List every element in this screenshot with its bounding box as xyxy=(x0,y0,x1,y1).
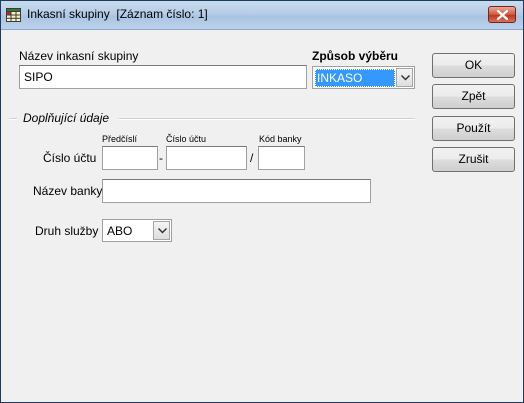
dropdown-arrow-button[interactable] xyxy=(396,68,413,87)
table-grid-icon xyxy=(6,8,21,22)
service-type-select[interactable]: ABO xyxy=(102,219,172,242)
section-divider-right xyxy=(119,118,415,120)
apply-button[interactable]: Použít xyxy=(432,116,515,141)
cancel-button[interactable]: Zrušit xyxy=(432,147,515,172)
close-icon xyxy=(497,10,508,20)
chevron-down-icon xyxy=(401,75,410,81)
section-divider-left xyxy=(9,118,17,120)
ok-button[interactable]: OK xyxy=(432,53,515,78)
selection-method-value: INKASO xyxy=(315,69,395,87)
service-type-label: Druh služby xyxy=(35,224,99,238)
title-bar[interactable]: Inkasní skupiny [Záznam číslo: 1] xyxy=(1,1,523,30)
bank-name-label: Název banky xyxy=(33,184,103,198)
prefix-input[interactable] xyxy=(102,146,158,170)
account-number-label: Číslo účtu xyxy=(43,151,97,165)
window-title: Inkasní skupiny [Záznam číslo: 1] xyxy=(27,7,208,21)
account-input[interactable] xyxy=(166,146,247,170)
section-title: Doplňující údaje xyxy=(23,111,110,125)
selection-method-label: Způsob výběru xyxy=(312,49,399,63)
service-type-value: ABO xyxy=(107,224,133,238)
bank-code-label: Kód banky xyxy=(259,134,302,144)
prefix-label: Předčíslí xyxy=(102,134,138,144)
chevron-down-icon xyxy=(158,228,167,234)
back-button[interactable]: Zpět xyxy=(432,84,515,109)
dialog-window: Inkasní skupiny [Záznam číslo: 1] Název … xyxy=(0,0,524,403)
group-name-input[interactable]: SIPO xyxy=(19,65,307,89)
bank-code-input[interactable] xyxy=(258,146,305,170)
slash-separator: / xyxy=(250,151,254,165)
group-name-label: Název inkasní skupiny xyxy=(19,49,139,63)
dropdown-arrow-button[interactable] xyxy=(153,221,170,240)
dialog-body: Název inkasní skupiny SIPO Způsob výběru… xyxy=(1,30,523,402)
selection-method-select[interactable]: INKASO xyxy=(312,66,415,89)
close-button[interactable] xyxy=(488,6,516,23)
dash-separator: - xyxy=(159,151,163,165)
account-sub-label: Číslo účtu xyxy=(166,134,207,144)
bank-name-input[interactable] xyxy=(102,179,371,203)
